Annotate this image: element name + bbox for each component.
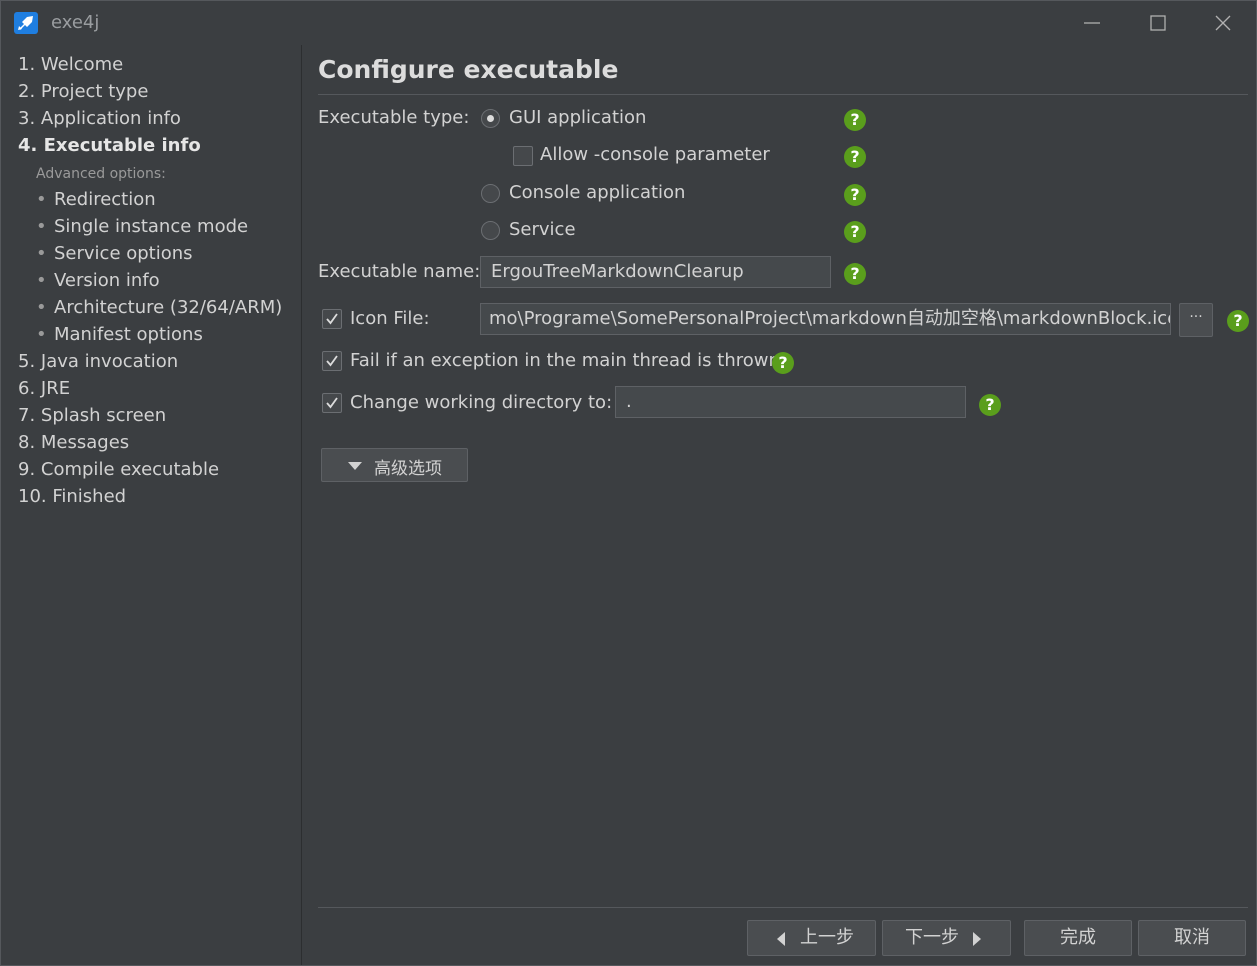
checkmark-icon bbox=[326, 397, 338, 409]
bullet-icon: • bbox=[36, 297, 47, 318]
allow-console-checkbox[interactable] bbox=[513, 146, 533, 166]
bullet-icon: • bbox=[36, 270, 47, 291]
fail-on-exception-checkbox[interactable] bbox=[322, 351, 342, 371]
icon-file-input[interactable]: mo\Programe\SomePersonalProject\markdown… bbox=[480, 303, 1171, 335]
change-working-dir-checkbox[interactable] bbox=[322, 393, 342, 413]
console-application-label[interactable]: Console application bbox=[509, 182, 685, 203]
minimize-button[interactable] bbox=[1072, 7, 1112, 39]
maximize-button[interactable] bbox=[1138, 7, 1178, 39]
step-executable-info[interactable]: 4. Executable info bbox=[18, 135, 201, 156]
step-version-info[interactable]: • Version info bbox=[36, 270, 160, 291]
step-manifest-options[interactable]: • Manifest options bbox=[36, 324, 203, 345]
exe4j-window: exe4j 1. Welcome 2. Project type 3. Appl… bbox=[0, 0, 1257, 966]
executable-type-label: Executable type: bbox=[318, 107, 470, 128]
step-redirection-label: Redirection bbox=[54, 189, 156, 210]
maximize-icon bbox=[1150, 15, 1166, 31]
icon-file-checkbox[interactable] bbox=[322, 309, 342, 329]
service-label[interactable]: Service bbox=[509, 219, 576, 240]
step-compile-executable[interactable]: 9. Compile executable bbox=[18, 459, 219, 480]
help-icon[interactable]: ? bbox=[844, 184, 866, 206]
caret-down-icon bbox=[348, 462, 362, 470]
step-manifest-options-label: Manifest options bbox=[54, 324, 203, 345]
help-icon[interactable]: ? bbox=[844, 146, 866, 168]
advanced-options-button[interactable]: 高级选项 bbox=[321, 448, 468, 482]
step-service-options-label: Service options bbox=[54, 243, 193, 264]
help-icon[interactable]: ? bbox=[844, 221, 866, 243]
checkmark-icon bbox=[326, 313, 338, 325]
finish-button[interactable]: 完成 bbox=[1024, 920, 1132, 956]
help-icon[interactable]: ? bbox=[979, 394, 1001, 416]
executable-name-label: Executable name: bbox=[318, 261, 481, 282]
step-application-info[interactable]: 3. Application info bbox=[18, 108, 181, 129]
browse-button[interactable]: ··· bbox=[1179, 303, 1213, 337]
step-single-instance-mode[interactable]: • Single instance mode bbox=[36, 216, 248, 237]
help-icon[interactable]: ? bbox=[844, 263, 866, 285]
bullet-icon: • bbox=[36, 243, 47, 264]
step-java-invocation[interactable]: 5. Java invocation bbox=[18, 351, 178, 372]
step-architecture[interactable]: • Architecture (32/64/ARM) bbox=[36, 297, 282, 318]
back-button-label: 上一步 bbox=[800, 927, 854, 948]
arrow-left-icon bbox=[777, 932, 785, 946]
help-icon[interactable]: ? bbox=[1227, 310, 1249, 332]
advanced-options-button-label: 高级选项 bbox=[374, 459, 442, 479]
step-single-instance-label: Single instance mode bbox=[54, 216, 249, 237]
arrow-right-icon bbox=[973, 932, 981, 946]
step-finished[interactable]: 10. Finished bbox=[18, 486, 126, 507]
step-service-options[interactable]: • Service options bbox=[36, 243, 193, 264]
advanced-options-heading: Advanced options: bbox=[36, 166, 166, 182]
icon-file-label[interactable]: Icon File: bbox=[350, 308, 430, 329]
checkmark-icon bbox=[326, 355, 338, 367]
title-bar: exe4j bbox=[1, 1, 1256, 45]
allow-console-label[interactable]: Allow -console parameter bbox=[540, 144, 770, 165]
step-messages[interactable]: 8. Messages bbox=[18, 432, 129, 453]
help-icon[interactable]: ? bbox=[772, 352, 794, 374]
step-version-info-label: Version info bbox=[54, 270, 160, 291]
service-radio[interactable] bbox=[481, 221, 500, 240]
wizard-steps-sidebar: 1. Welcome 2. Project type 3. Applicatio… bbox=[1, 45, 302, 965]
console-application-radio[interactable] bbox=[481, 184, 500, 203]
window-title: exe4j bbox=[51, 12, 100, 33]
bullet-icon: • bbox=[36, 324, 47, 345]
step-architecture-label: Architecture (32/64/ARM) bbox=[54, 297, 283, 318]
title-divider bbox=[318, 94, 1248, 95]
step-project-type[interactable]: 2. Project type bbox=[18, 81, 148, 102]
rocket-icon bbox=[14, 12, 38, 34]
bullet-icon: • bbox=[36, 216, 47, 237]
step-welcome[interactable]: 1. Welcome bbox=[18, 54, 123, 75]
gui-application-label[interactable]: GUI application bbox=[509, 107, 646, 128]
gui-application-radio[interactable] bbox=[481, 109, 500, 128]
page-title: Configure executable bbox=[318, 55, 619, 84]
fail-on-exception-label[interactable]: Fail if an exception in the main thread … bbox=[350, 350, 780, 371]
step-splash-screen[interactable]: 7. Splash screen bbox=[18, 405, 166, 426]
next-button-label: 下一步 bbox=[905, 927, 959, 948]
step-redirection[interactable]: • Redirection bbox=[36, 189, 156, 210]
minimize-icon bbox=[1084, 22, 1100, 24]
close-button[interactable] bbox=[1203, 7, 1243, 39]
working-dir-input[interactable]: . bbox=[615, 386, 966, 418]
change-working-dir-label[interactable]: Change working directory to: bbox=[350, 392, 612, 413]
close-icon bbox=[1215, 15, 1231, 31]
next-button[interactable]: 下一步 bbox=[882, 920, 1011, 956]
back-button[interactable]: 上一步 bbox=[747, 920, 876, 956]
footer-divider bbox=[318, 907, 1248, 908]
step-jre[interactable]: 6. JRE bbox=[18, 378, 70, 399]
executable-name-input[interactable]: ErgouTreeMarkdownClearup bbox=[480, 256, 831, 288]
bullet-icon: • bbox=[36, 189, 47, 210]
help-icon[interactable]: ? bbox=[844, 109, 866, 131]
cancel-button[interactable]: 取消 bbox=[1138, 920, 1246, 956]
